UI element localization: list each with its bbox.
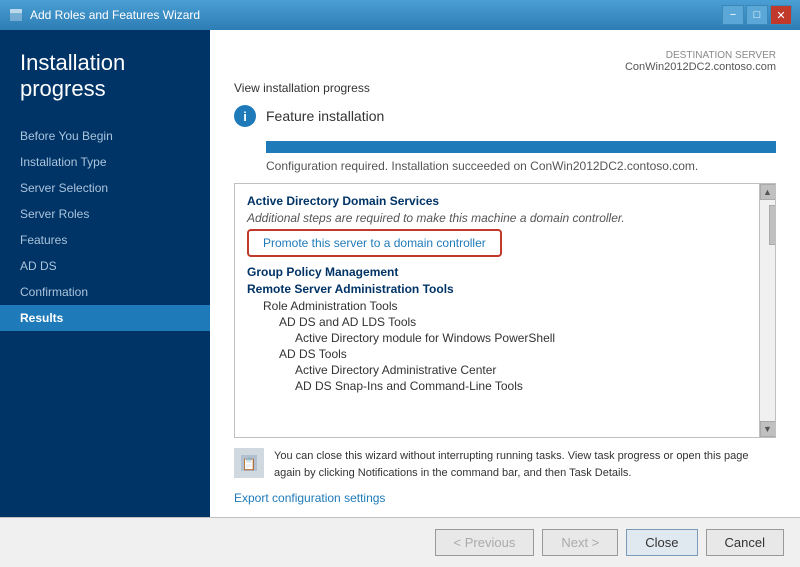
sidebar-item-features[interactable]: Features: [0, 227, 210, 253]
feature-list[interactable]: Active Directory Domain Services Additio…: [235, 184, 759, 437]
title-bar-left: Add Roles and Features Wizard: [8, 7, 200, 23]
main-content: DESTINATION SERVER ConWin2012DC2.contoso…: [210, 30, 800, 517]
feature-list-scrollbar: ▲ ▼: [759, 184, 775, 437]
feature-install-label: Feature installation: [266, 108, 384, 124]
scrollbar-up[interactable]: ▲: [760, 184, 776, 200]
scrollbar-down[interactable]: ▼: [760, 421, 776, 437]
gpm-header: Group Policy Management: [247, 265, 747, 279]
minimize-button[interactable]: −: [722, 5, 744, 25]
ad-ds-lds-tools: AD DS and AD LDS Tools: [247, 315, 747, 329]
restore-button[interactable]: □: [746, 5, 768, 25]
svg-text:📋: 📋: [242, 457, 257, 471]
close-window-button[interactable]: ✕: [770, 5, 792, 25]
role-admin-tools: Role Administration Tools: [247, 299, 747, 313]
feature-install-row: i Feature installation: [234, 105, 776, 127]
success-text: Configuration required. Installation suc…: [266, 159, 776, 173]
notice-row: 📋 You can close this wizard without inte…: [234, 448, 776, 481]
notice-text: You can close this wizard without interr…: [274, 448, 776, 481]
section-title: View installation progress: [234, 81, 776, 95]
wizard-container: Installation progress Before You Begin I…: [0, 30, 800, 567]
sidebar-item-ad-ds[interactable]: AD DS: [0, 253, 210, 279]
cancel-button[interactable]: Cancel: [706, 529, 784, 556]
title-bar: Add Roles and Features Wizard − □ ✕: [0, 0, 800, 30]
sidebar-item-before-you-begin[interactable]: Before You Begin: [0, 123, 210, 149]
sidebar-item-installation-type[interactable]: Installation Type: [0, 149, 210, 175]
scrollbar-thumb[interactable]: [769, 205, 777, 245]
ad-ds-tools: AD DS Tools: [247, 347, 747, 361]
ad-ds-warning: Additional steps are required to make th…: [247, 211, 747, 225]
title-bar-title: Add Roles and Features Wizard: [30, 8, 200, 22]
destination-server-value: ConWin2012DC2.contoso.com: [625, 61, 776, 73]
notice-icon: 📋: [234, 448, 264, 478]
sidebar-title: Installation progress: [0, 50, 210, 123]
destination-server: DESTINATION SERVER ConWin2012DC2.contoso…: [234, 50, 776, 73]
sidebar-item-server-roles[interactable]: Server Roles: [0, 201, 210, 227]
previous-button[interactable]: < Previous: [435, 529, 535, 556]
wizard-icon: [8, 7, 24, 23]
rsat-header: Remote Server Administration Tools: [247, 282, 747, 296]
ad-snapins: AD DS Snap-Ins and Command-Line Tools: [247, 379, 747, 393]
progress-bar-container: [266, 141, 776, 153]
feature-list-container: Active Directory Domain Services Additio…: [234, 183, 776, 438]
sidebar-item-server-selection[interactable]: Server Selection: [0, 175, 210, 201]
ad-admin-center: Active Directory Administrative Center: [247, 363, 747, 377]
wizard-body: Installation progress Before You Begin I…: [0, 30, 800, 517]
progress-bar-fill: [266, 141, 776, 153]
ad-ds-header: Active Directory Domain Services: [247, 194, 747, 208]
ad-powershell: Active Directory module for Windows Powe…: [247, 331, 747, 345]
title-bar-buttons: − □ ✕: [722, 5, 792, 25]
info-icon: i: [234, 105, 256, 127]
sidebar-item-confirmation[interactable]: Confirmation: [0, 279, 210, 305]
destination-server-label: DESTINATION SERVER: [234, 50, 776, 61]
sidebar-item-results[interactable]: Results: [0, 305, 210, 331]
wizard-footer: < Previous Next > Close Cancel: [0, 517, 800, 567]
export-link[interactable]: Export configuration settings: [234, 491, 776, 505]
sidebar: Installation progress Before You Begin I…: [0, 30, 210, 517]
close-button[interactable]: Close: [626, 529, 697, 556]
next-button[interactable]: Next >: [542, 529, 618, 556]
promote-link[interactable]: Promote this server to a domain controll…: [247, 229, 502, 257]
